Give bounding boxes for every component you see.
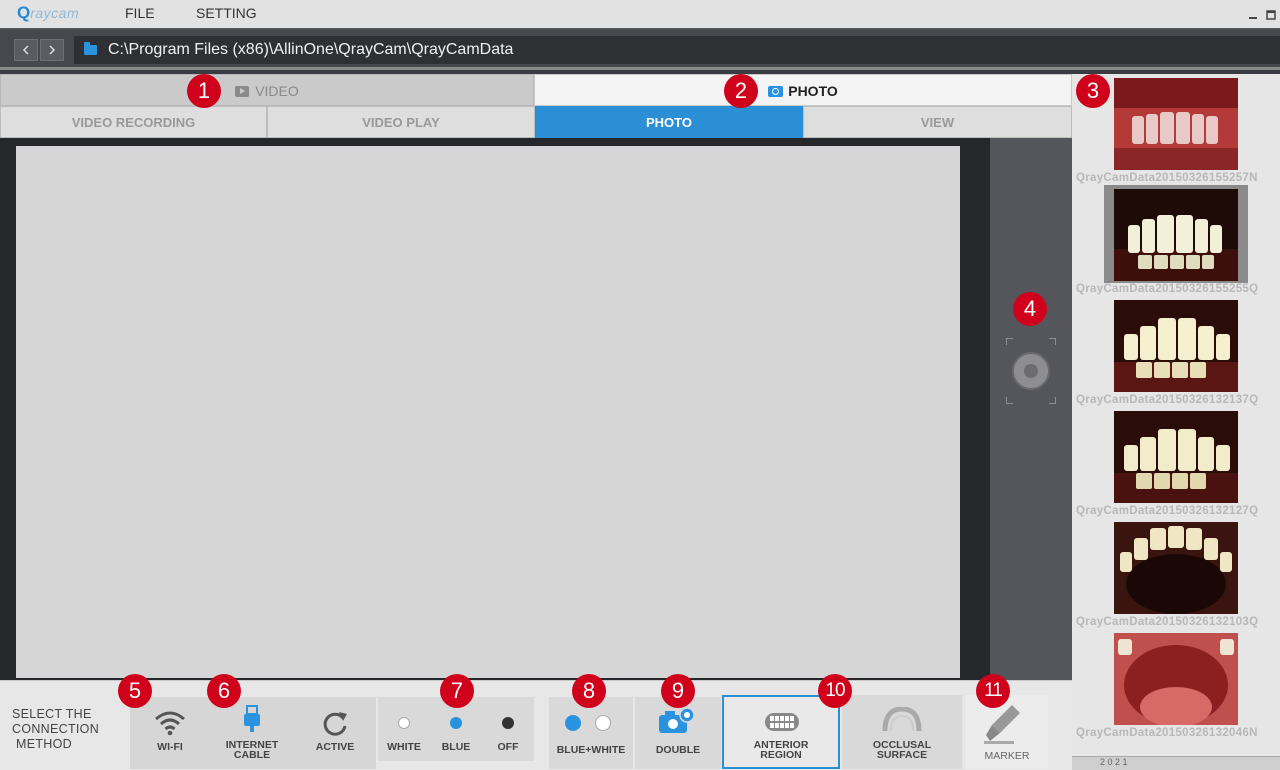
internet-label-line2: CABLE: [233, 749, 271, 761]
blue-white-label: BLUE+WHITE: [556, 744, 626, 756]
menu-setting[interactable]: SETTING: [196, 5, 257, 21]
callout-badge: 10: [818, 674, 852, 708]
menubar: Qraycam FILE SETTING: [0, 0, 1280, 28]
active-button[interactable]: ACTIVE: [294, 697, 376, 769]
light-off-button[interactable]: OFF: [482, 697, 534, 761]
thumbnail-caption: QrayCamData20150326132127Q: [1076, 505, 1259, 517]
white-light-button[interactable]: WHITE: [378, 697, 430, 761]
usb-cable-icon: [244, 705, 260, 732]
folder-icon: [84, 42, 97, 55]
camera-stage: [0, 138, 990, 680]
video-play-icon: [235, 86, 250, 97]
camera-icon: [768, 86, 784, 97]
double-label: DOUBLE: [655, 744, 701, 756]
marker-label: MARKER: [984, 750, 1030, 762]
capture-button[interactable]: [1006, 338, 1056, 404]
wifi-button[interactable]: WI-FI: [130, 697, 210, 769]
forward-button[interactable]: [40, 39, 64, 61]
subtab-video-recording[interactable]: VIDEO RECORDING: [0, 106, 267, 138]
thumbnail-caption: QrayCamData20150326132046N: [1076, 727, 1258, 739]
tab-photo-label: PHOTO: [788, 83, 838, 99]
thumbnail-item[interactable]: QrayCamData20150326132046N: [1072, 629, 1280, 740]
blue-label: BLUE: [441, 741, 471, 753]
thumbnail-caption: QrayCamData20150326132137Q: [1076, 394, 1259, 406]
subtab-video-play[interactable]: VIDEO PLAY: [267, 106, 535, 138]
thumbnail-item[interactable]: QrayCamData20150326132137Q: [1072, 296, 1280, 407]
callout-badge: 1: [187, 74, 221, 108]
menu-file[interactable]: FILE: [125, 5, 155, 21]
off-dot-icon: [502, 717, 514, 729]
off-label: OFF: [497, 741, 519, 753]
callout-badge: 3: [1076, 74, 1110, 108]
callout-badge: 4: [1013, 292, 1047, 326]
callout-badge: 7: [440, 674, 474, 708]
callout-badge: 9: [661, 674, 695, 708]
callout-badge: 5: [118, 674, 152, 708]
shutter-icon: [1012, 352, 1050, 390]
minimize-icon[interactable]: [1248, 10, 1258, 20]
thumbnail-image: [1114, 300, 1238, 392]
chevron-right-icon: [49, 45, 56, 55]
bottom-toolbar: SELECT THE CONNECTION METHOD WI-FI INTER…: [0, 680, 1072, 770]
callout-badge: 8: [572, 674, 606, 708]
camera-preview: [16, 146, 960, 678]
callout-badge: 6: [207, 674, 241, 708]
thumbnail-caption: QrayCamData20150326155257N: [1076, 172, 1258, 184]
white-dot-icon: [398, 717, 410, 729]
subtab-bar: VIDEO RECORDING VIDEO PLAY PHOTO VIEW: [0, 106, 1072, 138]
thumbnail-image: [1114, 78, 1238, 170]
anterior-label-line2: REGION: [760, 749, 802, 761]
callout-badge: 11: [976, 674, 1010, 708]
app-logo: Qraycam: [17, 3, 80, 22]
white-dot-icon: [595, 715, 611, 731]
callout-badge: 2: [724, 74, 758, 108]
white-label: WHITE: [387, 741, 421, 753]
thumbnail-image: [1114, 522, 1238, 614]
connection-group: WI-FI INTERNET CABLE ACTIVE: [130, 697, 376, 769]
thumbnail-footer: 2 0 2 1: [1072, 756, 1280, 770]
active-label: ACTIVE: [315, 741, 355, 753]
chevron-left-icon: [22, 45, 29, 55]
wifi-label: WI-FI: [157, 741, 183, 753]
back-button[interactable]: [14, 39, 38, 61]
thumbnail-item-selected[interactable]: QrayCamData20150326155255Q: [1072, 185, 1280, 296]
thumbnail-item[interactable]: QrayCamData20150326132103Q: [1072, 518, 1280, 629]
tab-photo[interactable]: PHOTO: [534, 74, 1072, 106]
refresh-icon: [323, 712, 347, 736]
wifi-icon: [155, 711, 185, 736]
path-bar: C:\Program Files (x86)\AllinOne\QrayCam\…: [0, 28, 1280, 70]
thumbnail-item[interactable]: QrayCamData20150326132127Q: [1072, 407, 1280, 518]
thumbnail-caption: QrayCamData20150326155255Q: [1076, 283, 1259, 295]
maximize-icon[interactable]: [1266, 10, 1276, 20]
subtab-view[interactable]: VIEW: [803, 106, 1072, 138]
anterior-teeth-icon: [765, 713, 799, 731]
thumbnail-caption: QrayCamData20150326132103Q: [1076, 616, 1259, 628]
occlusal-teeth-icon: [882, 707, 922, 732]
occlusal-surface-button[interactable]: OCCLUSAL SURFACE: [842, 695, 962, 769]
connection-label: SELECT THE CONNECTION METHOD: [12, 707, 100, 751]
occlusal-label-line2: SURFACE: [876, 749, 928, 761]
marker-button[interactable]: MARKER: [966, 695, 1048, 769]
path-text: C:\Program Files (x86)\AllinOne\QrayCam\…: [108, 41, 514, 58]
thumbnail-list[interactable]: QrayCamData20150326155257N QrayCamData20…: [1072, 74, 1280, 770]
thumbnail-image: [1114, 189, 1238, 281]
subtab-photo[interactable]: PHOTO: [535, 106, 803, 138]
blue-dot-icon: [450, 717, 462, 729]
thumbnail-image: [1114, 633, 1238, 725]
tab-video[interactable]: VIDEO: [0, 74, 534, 106]
blue-dot-icon: [565, 715, 581, 731]
path-field[interactable]: C:\Program Files (x86)\AllinOne\QrayCam\…: [74, 36, 1280, 64]
double-camera-icon: [659, 707, 695, 733]
tab-video-label: VIDEO: [255, 83, 299, 99]
thumbnail-image: [1114, 411, 1238, 503]
anterior-region-button[interactable]: ANTERIOR REGION: [722, 695, 840, 769]
capture-panel: [990, 138, 1072, 680]
